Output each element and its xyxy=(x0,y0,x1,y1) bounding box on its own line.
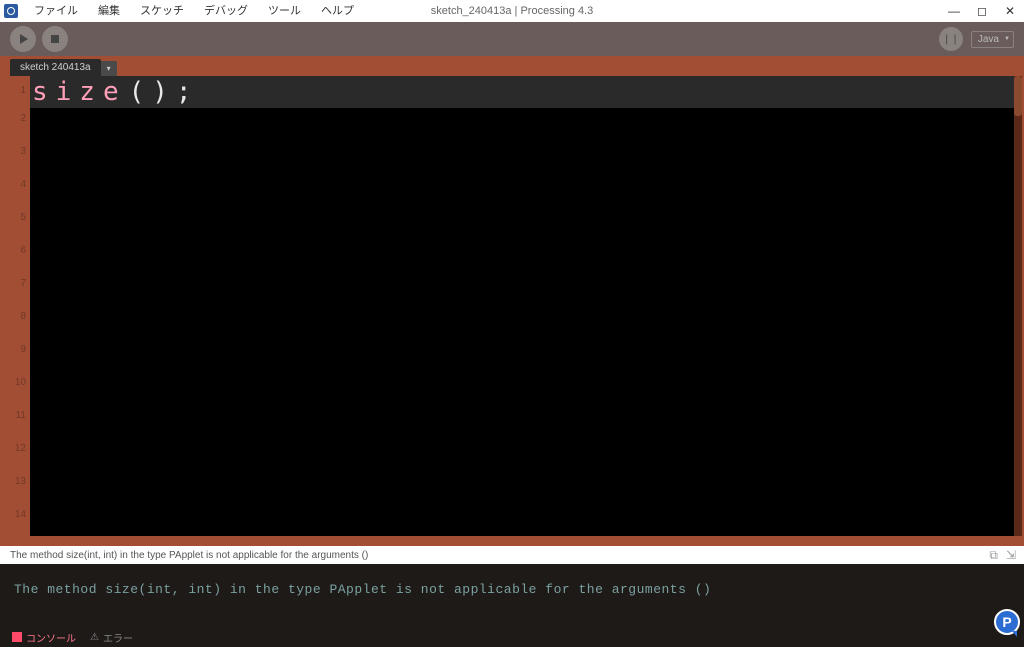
copy-icon[interactable]: ⧉ xyxy=(989,548,998,563)
tab-bar: sketch 240413a ▾ xyxy=(0,56,1024,76)
title-bar: ファイル 編集 スケッチ デバッグ ツール ヘルプ sketch_240413a… xyxy=(0,0,1024,22)
expand-icon[interactable]: ⇲ xyxy=(1006,548,1016,563)
console-panel: The method size(int, int) in the type PA… xyxy=(0,564,1024,627)
toolbar-right: ❘❘ Java xyxy=(939,27,1014,51)
maximize-button[interactable]: ◻ xyxy=(968,0,996,22)
line-number: 13 xyxy=(10,465,30,498)
line-number: 7 xyxy=(10,267,30,300)
help-bubble-button[interactable]: P xyxy=(994,609,1020,635)
line-number: 9 xyxy=(10,333,30,366)
console-tab-icon xyxy=(12,632,22,642)
menu-file[interactable]: ファイル xyxy=(24,0,88,22)
scrollbar-thumb[interactable] xyxy=(1014,76,1022,116)
line-number: 12 xyxy=(10,432,30,465)
code-editor[interactable]: size(); xyxy=(30,76,1014,536)
line-number: 8 xyxy=(10,300,30,333)
line-number: 3 xyxy=(10,135,30,168)
line-number: 1 xyxy=(10,80,30,102)
bottom-tab-bar: コンソール ⚠ エラー xyxy=(0,627,1024,647)
app-icon xyxy=(4,4,18,18)
token-punctuation: (); xyxy=(127,77,200,107)
line-number: 5 xyxy=(10,201,30,234)
code-line-1: size(); xyxy=(30,76,1014,108)
vertical-scrollbar[interactable] xyxy=(1014,76,1022,536)
line-number: 6 xyxy=(10,234,30,267)
run-button[interactable] xyxy=(10,26,36,52)
window-title: sketch_240413a | Processing 4.3 xyxy=(431,5,593,17)
console-tab[interactable]: コンソール xyxy=(12,630,76,645)
menu-bar: ファイル 編集 スケッチ デバッグ ツール ヘルプ xyxy=(24,0,364,22)
console-tab-label: コンソール xyxy=(26,630,76,645)
editor-area: 1 2 3 4 5 6 7 8 9 10 11 12 13 14 size(); xyxy=(0,76,1024,546)
menu-sketch[interactable]: スケッチ xyxy=(130,0,194,22)
menu-tools[interactable]: ツール xyxy=(258,0,311,22)
window-controls: — ◻ ✕ xyxy=(940,0,1024,22)
menu-help[interactable]: ヘルプ xyxy=(311,0,364,22)
error-bar-actions: ⧉ ⇲ xyxy=(989,548,1016,563)
token-function: size xyxy=(30,77,127,107)
console-output: The method size(int, int) in the type PA… xyxy=(14,582,1010,597)
line-number: 11 xyxy=(10,399,30,432)
errors-tab-label: エラー xyxy=(103,630,133,645)
line-number-gutter: 1 2 3 4 5 6 7 8 9 10 11 12 13 14 xyxy=(10,76,30,536)
errors-tab[interactable]: ⚠ エラー xyxy=(90,630,133,645)
line-number: 2 xyxy=(10,102,30,135)
sketch-tab[interactable]: sketch 240413a xyxy=(10,59,101,76)
debug-toggle-button[interactable]: ❘❘ xyxy=(939,27,963,51)
tab-dropdown-button[interactable]: ▾ xyxy=(101,61,117,76)
line-number: 4 xyxy=(10,168,30,201)
line-number: 14 xyxy=(10,498,30,531)
menu-debug[interactable]: デバッグ xyxy=(194,0,258,22)
minimize-button[interactable]: — xyxy=(940,0,968,22)
line-number: 10 xyxy=(10,366,30,399)
mode-selector[interactable]: Java xyxy=(971,31,1014,48)
error-status-bar: The method size(int, int) in the type PA… xyxy=(0,546,1024,564)
warning-icon: ⚠ xyxy=(90,632,99,643)
error-message-text: The method size(int, int) in the type PA… xyxy=(10,550,368,561)
close-button[interactable]: ✕ xyxy=(996,0,1024,22)
stop-button[interactable] xyxy=(42,26,68,52)
menu-edit[interactable]: 編集 xyxy=(88,0,130,22)
toolbar: ❘❘ Java xyxy=(0,22,1024,56)
